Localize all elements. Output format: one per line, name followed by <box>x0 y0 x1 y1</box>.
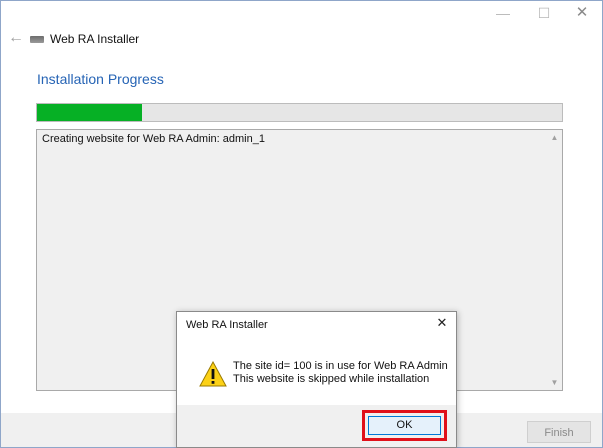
dialog-message-line2: This website is skipped while installati… <box>233 373 430 385</box>
log-line: Creating website for Web RA Admin: admin… <box>42 133 265 145</box>
scroll-up-icon[interactable]: ▲ <box>550 133 559 142</box>
warning-dialog: Web RA Installer ✕ The site id= 100 is i… <box>176 311 457 448</box>
log-scrollbar[interactable]: ▲ ▼ <box>547 130 562 390</box>
app-title: Web RA Installer <box>50 32 140 46</box>
back-arrow-icon[interactable]: ← <box>8 30 24 46</box>
dialog-title: Web RA Installer <box>186 319 268 331</box>
dialog-footer: OK <box>177 405 456 447</box>
scroll-down-icon[interactable]: ▼ <box>550 378 559 387</box>
warning-icon <box>199 361 227 387</box>
maximize-button[interactable]: ☐ <box>529 4 559 22</box>
progress-fill <box>37 104 142 121</box>
progress-bar <box>36 103 563 122</box>
close-button[interactable]: ✕ <box>567 4 597 22</box>
finish-button[interactable]: Finish <box>527 421 591 443</box>
ok-highlight-box: OK <box>362 410 447 441</box>
dialog-message: The site id= 100 is in use for Web RA Ad… <box>233 360 448 386</box>
minimize-button[interactable]: — <box>488 4 518 22</box>
dialog-close-icon[interactable]: ✕ <box>434 315 450 331</box>
app-logo-icon <box>30 36 44 43</box>
ok-button[interactable]: OK <box>368 416 441 435</box>
page-title: Installation Progress <box>37 71 164 87</box>
dialog-message-line1: The site id= 100 is in use for Web RA Ad… <box>233 360 448 372</box>
